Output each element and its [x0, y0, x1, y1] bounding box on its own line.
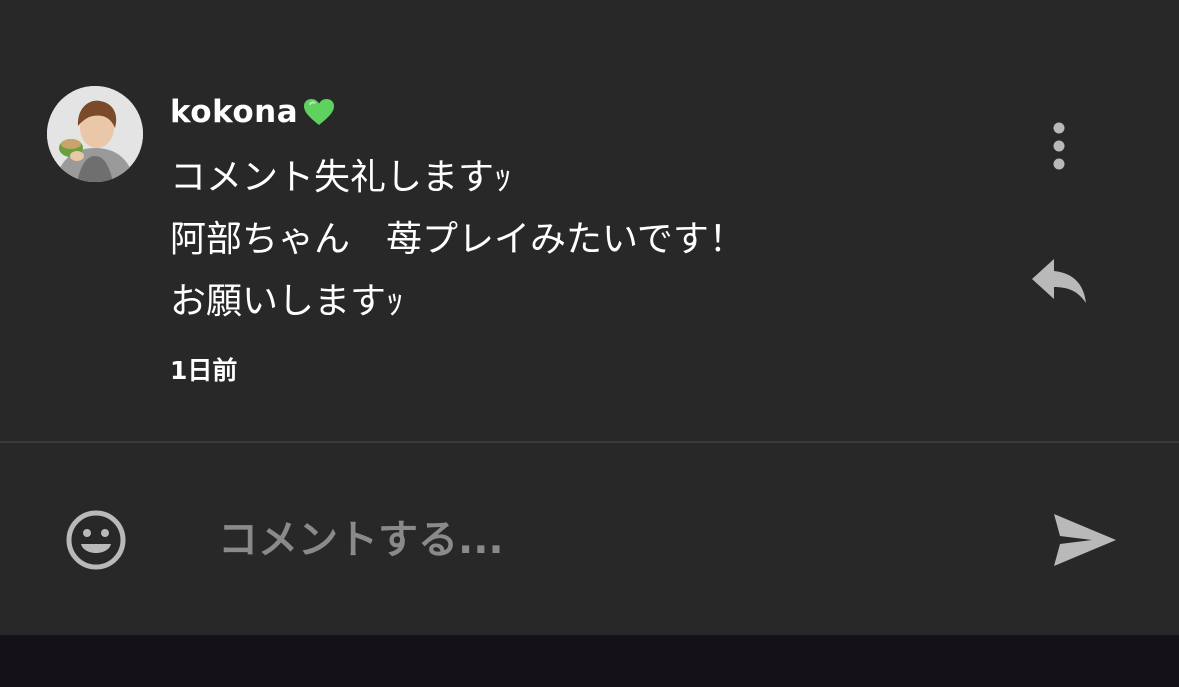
more-vertical-icon — [1053, 122, 1065, 170]
comment-screen: kokona コメント失礼しますｯ 阿部ちゃん 苺プレイみたいです！ お願いしま… — [0, 0, 1179, 687]
comment-header: kokona — [170, 92, 336, 132]
comment-panel: kokona コメント失礼しますｯ 阿部ちゃん 苺プレイみたいです！ お願いしま… — [0, 0, 1179, 441]
more-options-button[interactable] — [1035, 117, 1083, 177]
comment-line: お願いしますｯ — [170, 281, 405, 322]
avatar[interactable] — [47, 86, 143, 182]
reply-icon — [1032, 259, 1086, 303]
send-icon — [1054, 514, 1116, 566]
comment-line: 阿部ちゃん 苺プレイみたいです！ — [170, 219, 745, 260]
username[interactable]: kokona — [170, 94, 298, 130]
comment-timestamp: 1日前 — [170, 356, 238, 385]
comment-text: コメント失礼しますｯ 阿部ちゃん 苺プレイみたいです！ お願いしますｯ — [170, 152, 990, 338]
reply-button[interactable] — [1028, 253, 1092, 309]
comment-input[interactable] — [218, 510, 1018, 570]
comment-line: コメント失礼しますｯ — [170, 157, 513, 198]
green-heart-icon — [302, 97, 336, 127]
send-button[interactable] — [1050, 510, 1120, 570]
emoji-button[interactable] — [64, 508, 128, 572]
system-navigation-strip — [0, 635, 1179, 687]
smiley-icon — [66, 510, 126, 570]
